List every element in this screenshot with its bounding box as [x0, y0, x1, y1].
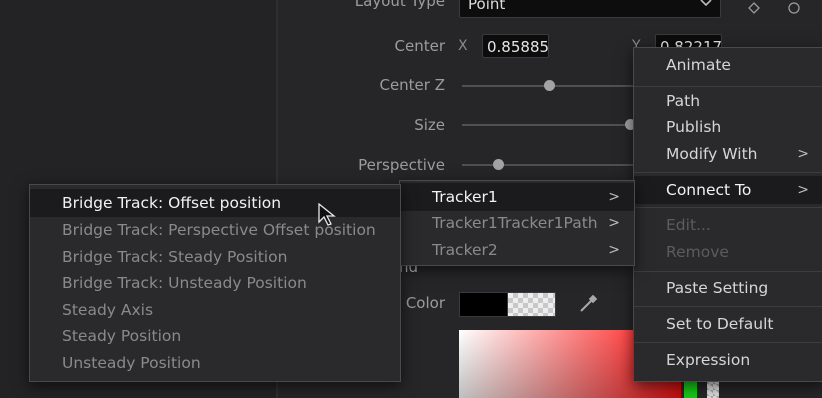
menu-item-label: Tracker2: [432, 241, 498, 259]
menu-item-connect-to[interactable]: Connect To >: [634, 176, 822, 204]
chevron-right-icon: >: [608, 242, 620, 258]
perspective-slider-knob[interactable]: [493, 159, 504, 170]
color-swatch-alpha[interactable]: [507, 292, 556, 317]
center-z-slider-knob[interactable]: [544, 80, 555, 91]
perspective-slider[interactable]: [462, 164, 634, 166]
bridge-track-submenu: Bridge Track: Offset position Bridge Tra…: [29, 184, 401, 382]
keyframe-diamond-icon[interactable]: [748, 2, 760, 14]
tracker-submenu: Tracker1 > Tracker1Tracker1Path > Tracke…: [399, 180, 635, 266]
chevron-down-icon: [700, 0, 712, 7]
menu-separator: [634, 271, 822, 272]
menu-item-unsteady-position[interactable]: Unsteady Position: [30, 350, 400, 376]
eyedropper-icon[interactable]: [578, 294, 598, 314]
size-label: Size: [414, 116, 445, 134]
menu-item-steady-position[interactable]: Steady Position: [30, 323, 400, 349]
menu-item-paste-setting[interactable]: Paste Setting: [634, 275, 822, 301]
cursor-arrow-icon: [318, 203, 336, 226]
menu-separator: [634, 207, 822, 208]
menu-item-publish[interactable]: Publish: [634, 114, 822, 140]
layout-type-dropdown[interactable]: Point: [459, 0, 721, 18]
menu-separator: [634, 86, 822, 87]
chevron-right-icon: >: [608, 189, 620, 205]
menu-item-bridge-perspective-offset[interactable]: Bridge Track: Perspective Offset positio…: [30, 217, 400, 243]
layout-type-label: Layout Type: [354, 0, 445, 10]
center-label: Center: [394, 37, 446, 55]
menu-separator: [634, 342, 822, 343]
menu-item-label: Tracker1: [432, 188, 498, 206]
reset-icon[interactable]: [787, 1, 801, 15]
menu-item-tracker1[interactable]: Tracker1 >: [400, 183, 634, 211]
context-menu: Animate Path Publish Modify With > Conne…: [633, 47, 822, 382]
menu-item-tracker2[interactable]: Tracker2 >: [400, 237, 634, 263]
menu-item-label: Modify With: [666, 145, 758, 163]
color-swatch-black[interactable]: [459, 292, 508, 317]
menu-item-path[interactable]: Path: [634, 88, 822, 114]
menu-item-modify-with[interactable]: Modify With >: [634, 141, 822, 167]
center-x-input[interactable]: 0.85885: [482, 34, 549, 58]
chevron-right-icon: >: [797, 146, 809, 162]
menu-item-animate[interactable]: Animate: [634, 52, 822, 78]
menu-item-bridge-offset-position[interactable]: Bridge Track: Offset position: [30, 189, 400, 217]
menu-item-tracker1-path[interactable]: Tracker1Tracker1Path >: [400, 210, 634, 236]
menu-separator: [634, 172, 822, 173]
menu-item-steady-axis[interactable]: Steady Axis: [30, 297, 400, 323]
menu-item-label: Tracker1Tracker1Path: [432, 214, 598, 232]
menu-item-expression[interactable]: Expression: [634, 347, 822, 373]
menu-separator: [634, 306, 822, 307]
center-x-axis-label: X: [458, 38, 468, 54]
menu-item-remove: Remove: [666, 243, 729, 261]
chevron-right-icon: >: [608, 215, 620, 231]
size-slider[interactable]: [462, 124, 634, 126]
layout-type-value: Point: [468, 0, 506, 13]
menu-item-bridge-unsteady-position[interactable]: Bridge Track: Unsteady Position: [30, 270, 400, 296]
chevron-right-icon: >: [797, 182, 809, 198]
center-z-label: Center Z: [379, 76, 445, 94]
menu-item-set-to-default[interactable]: Set to Default: [634, 311, 822, 337]
menu-item-bridge-steady-position[interactable]: Bridge Track: Steady Position: [30, 244, 400, 270]
perspective-label: Perspective: [358, 156, 445, 174]
menu-item-edit: Edit...: [666, 216, 711, 234]
menu-item-label: Connect To: [666, 181, 752, 199]
